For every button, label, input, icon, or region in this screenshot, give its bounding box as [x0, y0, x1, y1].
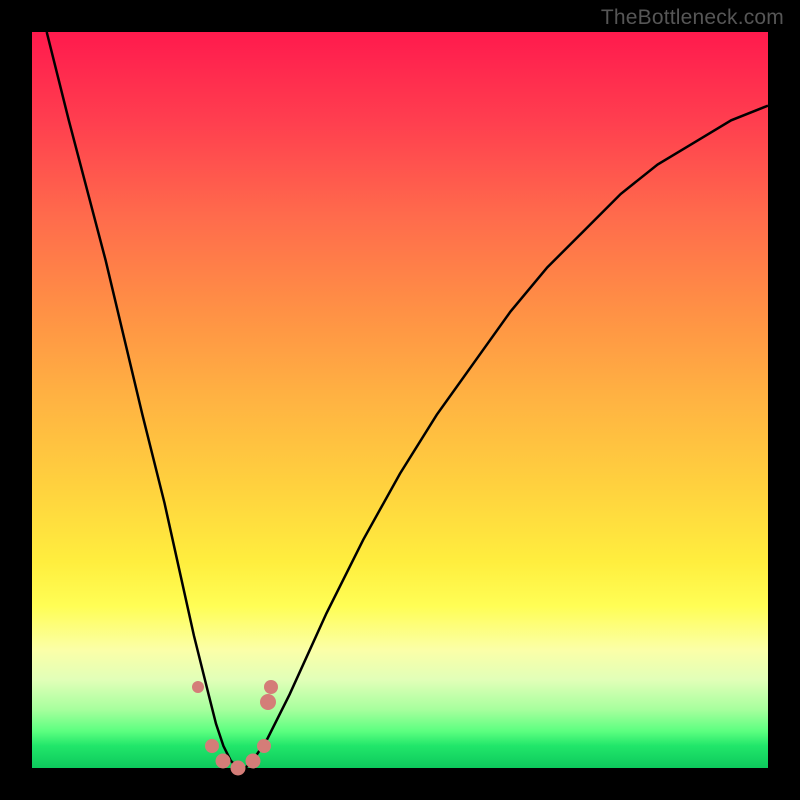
data-point-p1: [192, 681, 204, 693]
data-point-p6: [257, 739, 271, 753]
data-point-p5: [245, 753, 260, 768]
plot-area: [32, 32, 768, 768]
data-point-p8: [264, 680, 278, 694]
data-point-p7: [260, 694, 276, 710]
data-point-p2: [205, 739, 219, 753]
chart-frame: TheBottleneck.com: [0, 0, 800, 800]
attribution-text: TheBottleneck.com: [601, 6, 784, 30]
bottleneck-curve: [32, 32, 768, 768]
data-point-p4: [231, 761, 246, 776]
data-point-p3: [216, 753, 231, 768]
